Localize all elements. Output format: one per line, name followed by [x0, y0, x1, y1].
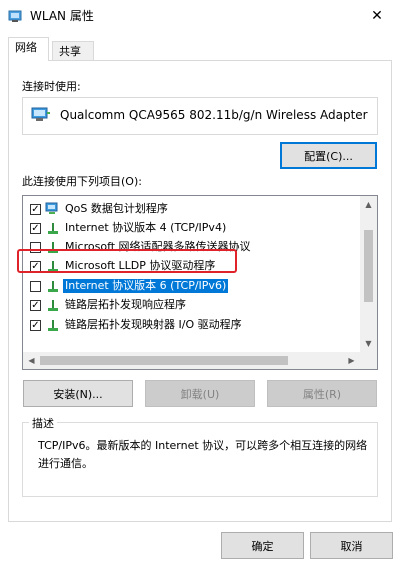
component-label: 链路层拓扑发现映射器 I/O 驱动程序: [65, 318, 242, 331]
scroll-right-icon[interactable]: ▶: [343, 352, 360, 369]
component-checkbox[interactable]: ✓: [30, 204, 41, 215]
list-item[interactable]: ✓ 链路层拓扑发现映射器 I/O 驱动程序: [27, 316, 358, 335]
protocol-icon: [48, 281, 58, 292]
description-text: TCP/IPv6。最新版本的 Internet 协议，可以跨多个相互连接的网络进…: [38, 439, 368, 470]
network-card-icon: [31, 107, 50, 121]
component-checkbox[interactable]: ✓: [30, 300, 41, 311]
component-checkbox[interactable]: ✓: [30, 223, 41, 234]
description-group: 描述 TCP/IPv6。最新版本的 Internet 协议，可以跨多个相互连接的…: [22, 415, 378, 497]
scrollbar-corner: [360, 352, 377, 369]
close-icon: ✕: [371, 8, 383, 24]
components-list[interactable]: ✓ QoS 数据包计划程序 ✓ Internet 协议版本 4 (TCP/IPv…: [22, 195, 378, 370]
list-item-selected[interactable]: Internet 协议版本 6 (TCP/IPv6): [27, 277, 358, 296]
window-title: WLAN 属性: [30, 9, 94, 23]
horizontal-scrollbar[interactable]: ◀ ▶: [23, 352, 360, 369]
scroll-thumb[interactable]: [40, 356, 288, 365]
qos-network-icon: [45, 202, 58, 214]
cancel-button[interactable]: 取消: [310, 532, 393, 559]
install-button[interactable]: 安装(N)...: [23, 380, 133, 407]
scroll-up-icon[interactable]: ▲: [360, 196, 377, 213]
component-checkbox[interactable]: [30, 281, 41, 292]
list-item[interactable]: ✓ 链路层拓扑发现响应程序: [27, 296, 358, 315]
close-button[interactable]: ✕: [354, 0, 400, 32]
items-label: 此连接使用下列项目(O):: [22, 175, 142, 188]
title-bar: WLAN 属性 ✕: [0, 0, 400, 32]
adapter-name: Qualcomm QCA9565 802.11b/g/n Wireless Ad…: [60, 108, 368, 122]
protocol-icon: [48, 223, 58, 234]
protocol-icon: [48, 300, 58, 311]
ok-button[interactable]: 确定: [221, 532, 304, 559]
list-item[interactable]: ✓ QoS 数据包计划程序: [27, 200, 358, 219]
component-checkbox[interactable]: ✓: [30, 320, 41, 331]
tab-network[interactable]: 网络: [8, 37, 49, 61]
scroll-left-icon[interactable]: ◀: [23, 352, 40, 369]
properties-button[interactable]: 属性(R): [267, 380, 377, 407]
scroll-down-icon[interactable]: ▼: [360, 335, 377, 352]
network-adapter-icon: [8, 10, 22, 22]
tab-sharing[interactable]: 共享: [52, 41, 94, 62]
highlight-annotation: [17, 249, 237, 273]
component-label: Internet 协议版本 4 (TCP/IPv4): [65, 221, 227, 234]
protocol-icon: [48, 320, 58, 331]
component-label: Internet 协议版本 6 (TCP/IPv6): [63, 279, 229, 293]
list-item[interactable]: ✓ Internet 协议版本 4 (TCP/IPv4): [27, 219, 358, 238]
description-title: 描述: [29, 415, 57, 431]
component-label: QoS 数据包计划程序: [65, 202, 168, 215]
scroll-thumb[interactable]: [364, 230, 373, 302]
uninstall-button[interactable]: 卸载(U): [145, 380, 255, 407]
component-label: 链路层拓扑发现响应程序: [65, 298, 186, 311]
vertical-scrollbar[interactable]: ▲ ▼: [360, 196, 377, 352]
connect-using-label: 连接时使用:: [22, 80, 81, 93]
configure-button[interactable]: 配置(C)...: [280, 142, 377, 169]
adapter-field: Qualcomm QCA9565 802.11b/g/n Wireless Ad…: [22, 97, 378, 135]
